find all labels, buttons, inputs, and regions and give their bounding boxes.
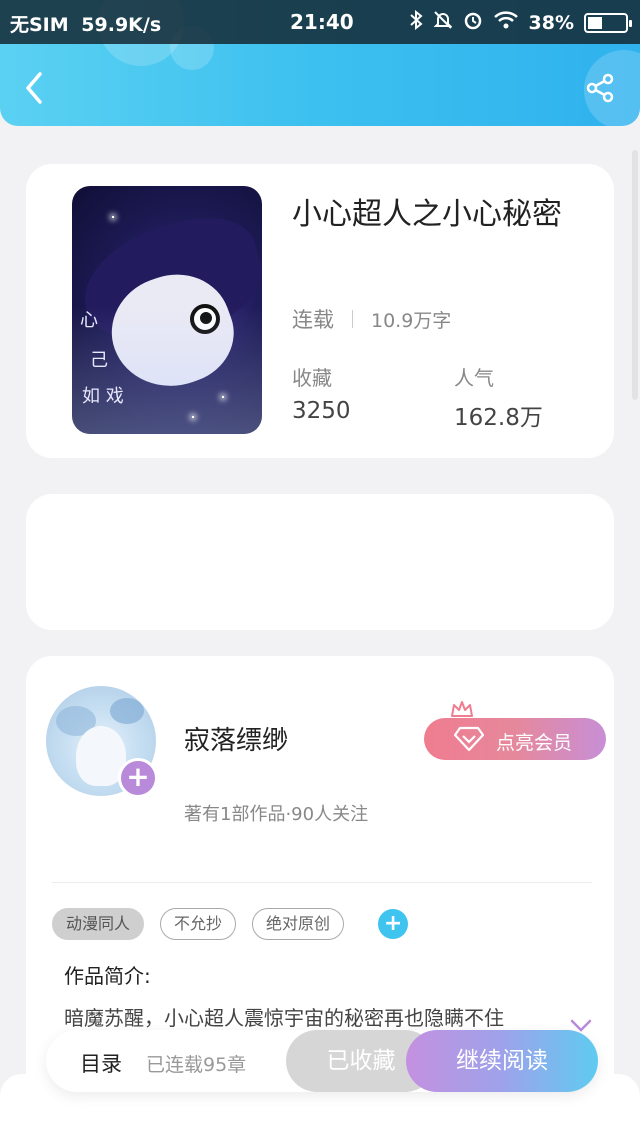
serial-status: 连载 — [292, 308, 334, 332]
book-title: 小心超人之小心秘密 — [292, 197, 562, 232]
vip-label: 点亮会员 — [496, 732, 573, 754]
cover-star — [112, 216, 114, 218]
cover-text: 心 — [80, 310, 98, 331]
book-info-card: 心 己 如 戏 小心超人之小心秘密 连载 10.9万字 收藏 3250 人气 1… — [26, 164, 614, 458]
bluetooth-icon — [409, 9, 423, 35]
tag-item[interactable]: 不允抄 — [160, 908, 237, 940]
favorites-label: 收藏 — [292, 366, 332, 390]
favorites-value: 3250 — [292, 398, 351, 424]
popularity-value: 162.8万 — [454, 405, 543, 431]
follow-author-button[interactable]: + — [118, 758, 158, 798]
author-info: 著有1部作品·90人关注 — [184, 804, 369, 825]
battery-percent: 38% — [528, 11, 574, 34]
cover-star — [222, 396, 224, 398]
share-button[interactable] — [578, 68, 622, 112]
popularity-label: 人气 — [454, 366, 494, 390]
status-right: 38% — [409, 9, 632, 35]
book-cover[interactable]: 心 己 如 戏 — [72, 186, 262, 434]
meta-divider — [352, 310, 353, 328]
wifi-icon — [493, 10, 519, 35]
vip-button[interactable]: 点亮会员 — [424, 718, 606, 760]
battery-icon — [584, 12, 632, 33]
empty-card — [26, 494, 614, 630]
continue-reading-button[interactable]: 继续阅读 — [406, 1030, 598, 1092]
intro-title: 作品简介: — [64, 964, 151, 988]
tag-item[interactable]: 绝对原创 — [252, 908, 345, 940]
share-icon — [585, 73, 615, 107]
mute-bell-icon — [433, 10, 453, 35]
avatar-art — [110, 698, 144, 724]
toc-button[interactable]: 目录 — [80, 1048, 122, 1078]
author-name[interactable]: 寂落缥缈 — [184, 720, 288, 757]
battery-level — [588, 16, 602, 29]
bottom-action-bar: 目录 已连载95章 已收藏 继续阅读 — [46, 1030, 598, 1092]
tag-list: 动漫同人 不允抄 绝对原创 + — [52, 908, 409, 940]
chevron-left-icon — [24, 72, 44, 108]
scrollbar[interactable] — [632, 150, 638, 400]
chapter-count: 已连载95章 — [146, 1054, 247, 1076]
intro-text: 暗魔苏醒，小心超人震惊宇宙的秘密再也隐瞒不住 — [64, 1006, 504, 1030]
network-speed: 59.9K/s — [81, 14, 162, 36]
word-count: 10.9万字 — [371, 309, 452, 332]
cover-star — [192, 416, 194, 418]
divider — [52, 882, 592, 883]
header: 无SIM 59.9K/s 21:40 38% — [0, 0, 640, 126]
status-bar: 无SIM 59.9K/s 21:40 38% — [0, 0, 640, 44]
cover-text: 如 戏 — [82, 386, 124, 407]
cover-text: 己 — [90, 350, 108, 371]
carrier-text: 无SIM — [10, 14, 69, 36]
back-button[interactable] — [12, 68, 56, 112]
tag-item[interactable]: 动漫同人 — [52, 908, 145, 940]
diamond-icon — [453, 726, 485, 757]
clock: 21:40 — [290, 10, 354, 34]
status-left: 无SIM 59.9K/s — [10, 10, 161, 37]
alarm-icon — [463, 10, 483, 35]
add-tag-button[interactable]: + — [378, 909, 409, 939]
book-meta: 连载 10.9万字 — [292, 304, 451, 334]
